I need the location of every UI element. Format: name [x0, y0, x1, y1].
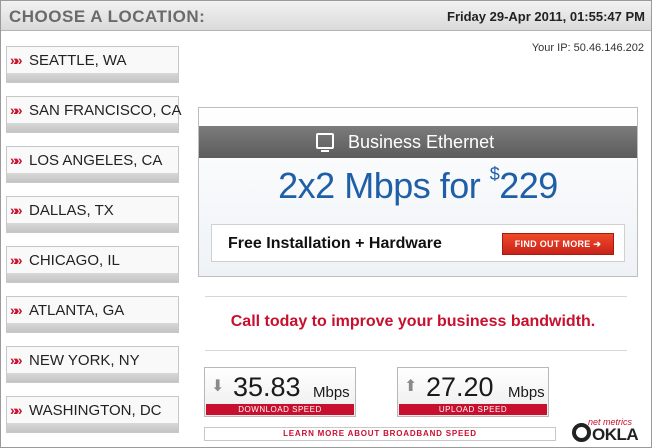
download-speed-value: 35.83: [233, 372, 301, 402]
double-chevron-icon: »»: [10, 302, 22, 318]
ad-header-text: Business Ethernet: [348, 132, 495, 152]
location-seattle-button[interactable]: »» SEATTLE, WA: [6, 46, 179, 83]
location-label: WASHINGTON, DC: [29, 402, 162, 419]
double-chevron-icon: »»: [10, 202, 22, 218]
download-speed-caption: DOWNLOAD SPEED: [206, 404, 354, 415]
call-today-text: Call today to improve your business band…: [230, 313, 596, 330]
ad-headline: 2x2 Mbps for $229: [199, 164, 637, 207]
ad-price: 229: [499, 165, 558, 206]
location-washington-button[interactable]: »» WASHINGTON, DC: [6, 396, 179, 433]
ookla-logo[interactable]: net metrics OKLA: [570, 417, 646, 445]
upload-speed-value: 27.20: [426, 372, 494, 402]
upload-speed-caption: UPLOAD SPEED: [399, 404, 547, 415]
download-speed-panel: ⬇ 35.83 Mbps DOWNLOAD SPEED: [204, 367, 356, 417]
location-los-angeles-button[interactable]: »» LOS ANGELES, CA: [6, 146, 179, 183]
location-new-york-button[interactable]: »» NEW YORK, NY: [6, 346, 179, 383]
double-chevron-icon: »»: [10, 102, 22, 118]
double-chevron-icon: »»: [10, 352, 22, 368]
ad-currency: $: [489, 164, 500, 184]
download-arrow-icon: ⬇: [211, 378, 225, 395]
double-chevron-icon: »»: [10, 252, 22, 268]
business-ethernet-ad[interactable]: Business Ethernet 2x2 Mbps for $229 Free…: [198, 107, 638, 277]
find-out-more-button[interactable]: FIND OUT MORE ➔: [502, 233, 614, 255]
download-speed-unit: Mbps: [313, 384, 350, 401]
datetime-display: Friday 29-Apr 2011, 01:55:47 PM: [447, 9, 645, 24]
upload-speed-unit: Mbps: [508, 384, 545, 401]
ad-offer-box: Free Installation + Hardware FIND OUT MO…: [211, 224, 625, 262]
ad-offer-text: Free Installation + Hardware: [228, 235, 442, 252]
ookla-wordmark: OKLA: [592, 425, 639, 444]
double-chevron-icon: »»: [10, 402, 22, 418]
ad-header: Business Ethernet: [199, 126, 637, 158]
upload-speed-panel: ⬆ 27.20 Mbps UPLOAD SPEED: [397, 367, 549, 417]
location-label: DALLAS, TX: [29, 202, 114, 219]
ip-address: Your IP: 50.46.146.202: [531, 42, 644, 54]
location-label: ATLANTA, GA: [29, 302, 125, 319]
ad-headline-prefix: 2x2 Mbps for: [278, 165, 490, 206]
divider: [205, 296, 627, 297]
ookla-ring-icon: [572, 423, 591, 442]
learn-more-link[interactable]: LEARN MORE ABOUT BROADBAND SPEED: [204, 427, 556, 441]
location-chicago-button[interactable]: »» CHICAGO, IL: [6, 246, 179, 283]
top-bar: CHOOSE A LOCATION: Friday 29-Apr 2011, 0…: [1, 1, 651, 31]
location-atlanta-button[interactable]: »» ATLANTA, GA: [6, 296, 179, 333]
location-label: SAN FRANCISCO, CA: [29, 102, 182, 119]
location-label: SEATTLE, WA: [29, 52, 127, 69]
monitor-icon: [316, 133, 334, 152]
divider: [205, 350, 627, 351]
location-label: NEW YORK, NY: [29, 352, 140, 369]
double-chevron-icon: »»: [10, 152, 22, 168]
location-label: LOS ANGELES, CA: [29, 152, 163, 169]
location-dallas-button[interactable]: »» DALLAS, TX: [6, 196, 179, 233]
location-label: CHICAGO, IL: [29, 252, 120, 269]
upload-arrow-icon: ⬆: [404, 378, 418, 395]
page-title: CHOOSE A LOCATION:: [9, 7, 206, 26]
double-chevron-icon: »»: [10, 52, 22, 68]
location-san-francisco-button[interactable]: »» SAN FRANCISCO, CA: [6, 96, 182, 133]
